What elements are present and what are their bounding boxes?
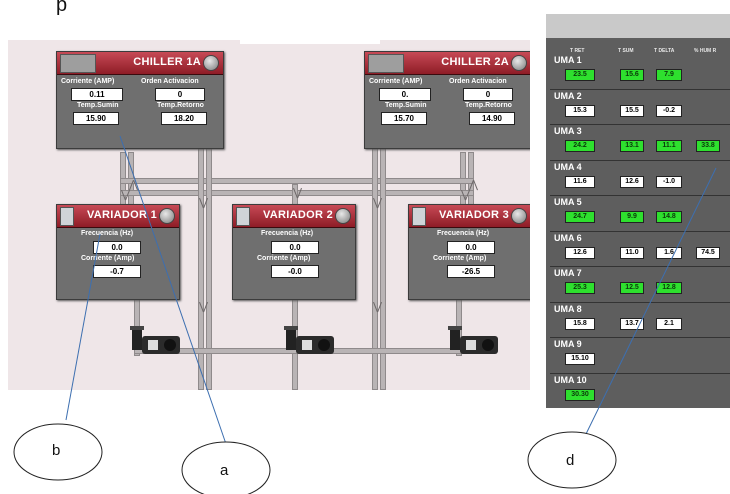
callout-b-label: b [52,442,61,459]
callout-a-label: a [220,462,229,479]
callout-d-label: d [566,452,575,469]
callout-lines [13,135,717,494]
